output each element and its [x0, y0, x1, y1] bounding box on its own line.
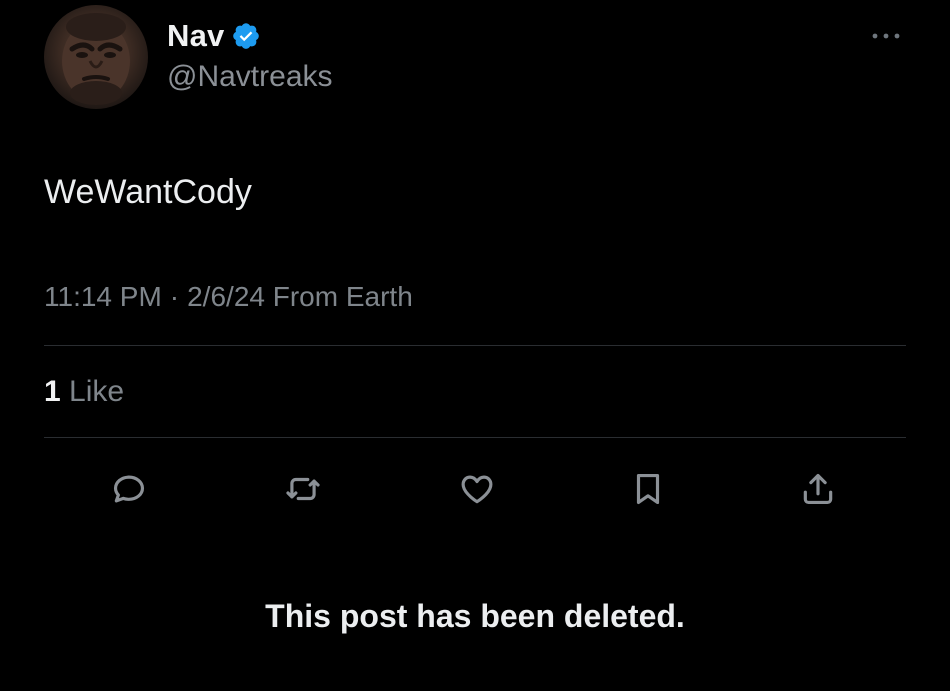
post-date-source: 2/6/24 From Earth — [187, 281, 413, 312]
share-button[interactable] — [796, 467, 840, 511]
author-handle[interactable]: @Navtreaks — [167, 60, 333, 94]
repost-button[interactable] — [281, 467, 325, 511]
divider — [44, 345, 906, 346]
reply-icon — [113, 475, 145, 503]
bookmark-button[interactable] — [626, 467, 670, 511]
verified-badge-icon[interactable] — [231, 21, 261, 51]
avatar[interactable] — [44, 5, 148, 109]
like-button[interactable] — [455, 467, 499, 511]
post-text: WeWantCody — [44, 173, 252, 211]
meta-separator: · — [169, 281, 180, 312]
likes-label: Like — [69, 375, 125, 408]
likes-summary[interactable]: 1 Like — [44, 375, 124, 409]
reply-button[interactable] — [107, 467, 151, 511]
deleted-notice: This post has been deleted. — [265, 598, 685, 634]
share-icon — [803, 473, 833, 505]
repost-icon — [286, 477, 320, 501]
author-display-name[interactable]: Nav — [167, 18, 224, 54]
avatar-image — [62, 13, 130, 105]
like-icon — [461, 475, 493, 504]
author-name-row[interactable]: Nav — [167, 16, 261, 56]
more-options-icon[interactable] — [868, 26, 904, 46]
post-metadata: 11:14 PM · 2/6/24 From Earth — [44, 281, 413, 313]
post-time[interactable]: 11:14 PM — [44, 281, 162, 313]
likes-count: 1 — [44, 375, 61, 408]
divider — [44, 437, 906, 438]
bookmark-icon — [636, 473, 660, 505]
